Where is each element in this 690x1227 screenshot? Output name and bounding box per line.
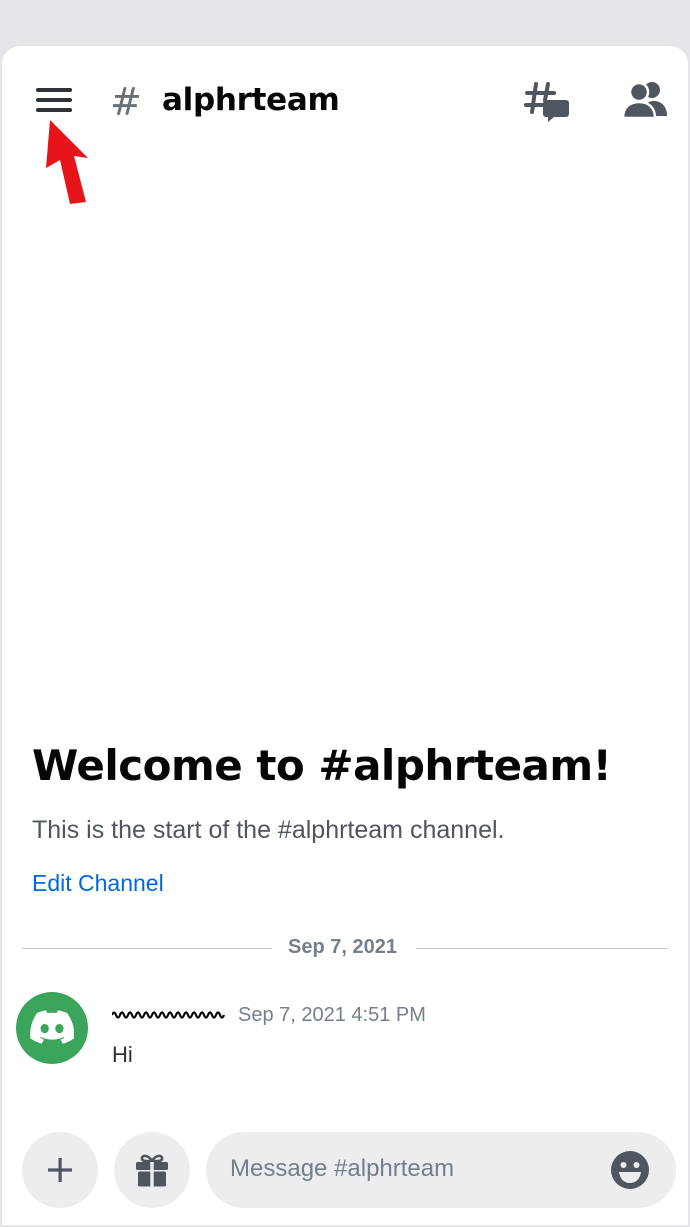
members-icon[interactable] (622, 80, 668, 120)
channel-hash-icon: # (110, 80, 142, 124)
chat-screen: # alphrteam Welcome to #alphrteam! This … (2, 46, 688, 1225)
divider-date: Sep 7, 2021 (288, 936, 397, 958)
channel-title: alphrteam (162, 82, 340, 118)
discord-logo-icon (30, 1010, 74, 1044)
message-timestamp: Sep 7, 2021 4:51 PM (238, 1004, 426, 1026)
message-composer: Message #alphrteam (2, 1132, 688, 1212)
divider-line-right (416, 948, 668, 949)
edit-channel-link[interactable]: Edit Channel (32, 870, 164, 897)
message-input-placeholder: Message #alphrteam (230, 1155, 455, 1182)
avatar[interactable] (16, 992, 88, 1064)
plus-icon (48, 1158, 72, 1182)
welcome-subtitle: This is the start of the #alphrteam chan… (32, 816, 505, 844)
red-arrow-annotation (46, 120, 88, 204)
username-redacted (112, 1011, 226, 1019)
message-text: Hi (112, 1042, 133, 1067)
add-attachment-button[interactable] (22, 1132, 98, 1208)
threads-icon[interactable] (524, 80, 570, 122)
welcome-title: Welcome to #alphrteam! (32, 741, 612, 790)
divider-line-left (22, 948, 272, 949)
channel-header: # alphrteam (2, 46, 688, 156)
message-input[interactable]: Message #alphrteam (206, 1132, 676, 1208)
emoji-icon[interactable] (610, 1150, 650, 1190)
gift-button[interactable] (114, 1132, 190, 1208)
hamburger-menu-icon[interactable] (36, 88, 74, 114)
date-divider: Sep 7, 2021 (22, 930, 668, 966)
gift-icon (136, 1154, 168, 1187)
